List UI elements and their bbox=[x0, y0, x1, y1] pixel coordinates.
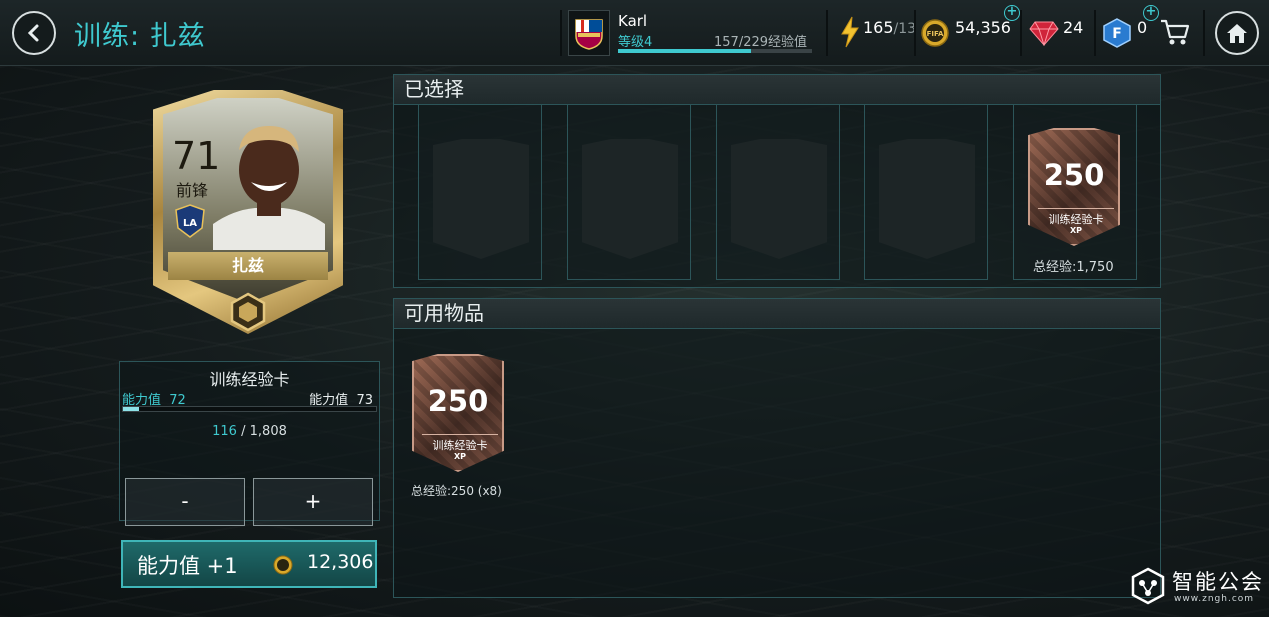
gem-balance: 24 bbox=[1063, 18, 1084, 37]
watermark-logo-icon bbox=[1131, 567, 1165, 605]
divider bbox=[1203, 10, 1205, 56]
empty-slot-shape bbox=[879, 139, 975, 259]
training-progress-sep: / bbox=[241, 424, 246, 439]
player-position: 前锋 bbox=[176, 181, 209, 200]
upgrade-label: 能力值 +1 bbox=[137, 554, 238, 578]
club-badge-icon: LA bbox=[175, 204, 205, 238]
available-total-xp: 总经验:250 (x8) bbox=[411, 484, 502, 498]
coin-balance: 54,356 bbox=[955, 18, 1011, 37]
empty-slot-2[interactable] bbox=[567, 104, 691, 280]
selected-total-xp: 总经验:1,750 bbox=[1033, 260, 1114, 275]
available-xp-card[interactable]: 250 训练经验卡 XP bbox=[412, 354, 504, 472]
fifa-points-balance: 0 bbox=[1137, 18, 1148, 37]
xp-card-value: 250 bbox=[427, 384, 489, 418]
training-progress-box: 训练经验卡 能力值 72 能力值 73 116 / 1,808 - + bbox=[119, 361, 380, 526]
xp-card-name: 训练经验卡 bbox=[422, 434, 498, 453]
energy-max: /13 bbox=[893, 21, 917, 37]
club-badge-text: LA bbox=[183, 218, 197, 229]
fifa-points-icon: F bbox=[1103, 18, 1131, 48]
divider bbox=[560, 10, 562, 56]
watermark-text: 智能公会 bbox=[1172, 570, 1264, 594]
upgrade-button[interactable]: 能力值 +1 12,306 bbox=[121, 540, 377, 588]
coin-icon: FIFA bbox=[921, 19, 949, 47]
empty-slot-shape bbox=[582, 139, 678, 259]
training-progress-bar bbox=[122, 406, 377, 412]
user-profile[interactable]: Karl 等级4 157/229经验值 bbox=[566, 8, 818, 58]
empty-slot-1[interactable] bbox=[418, 104, 542, 280]
back-button[interactable] bbox=[12, 11, 56, 55]
empty-slot-3[interactable] bbox=[716, 104, 840, 280]
coin-icon bbox=[273, 555, 293, 575]
training-progress-current: 116 bbox=[212, 424, 237, 439]
top-bar: 训练: 扎兹 Karl 等级4 157/229经验值 165/13 FIFA 5… bbox=[0, 0, 1269, 66]
buy-coins-button[interactable]: + bbox=[1004, 5, 1020, 21]
user-level: 等级4 bbox=[618, 35, 653, 50]
divider bbox=[1020, 10, 1022, 56]
empty-slot-shape bbox=[731, 139, 827, 259]
chevron-left-icon bbox=[27, 24, 39, 42]
level-progress-bar bbox=[618, 49, 812, 53]
gold-rarity-icon bbox=[230, 292, 266, 332]
buy-points-button[interactable]: + bbox=[1143, 5, 1159, 21]
decrease-button[interactable]: - bbox=[125, 478, 245, 526]
selected-panel-title: 已选择 bbox=[394, 75, 1160, 105]
xp-card-value: 250 bbox=[1043, 158, 1105, 192]
player-name: 扎兹 bbox=[168, 252, 328, 280]
training-progress-fill bbox=[123, 407, 140, 411]
page-title: 训练: 扎兹 bbox=[74, 21, 206, 52]
training-progress-max: 1,808 bbox=[249, 424, 287, 439]
player-rating: 71 bbox=[172, 134, 221, 178]
training-title: 训练经验卡 bbox=[209, 370, 290, 389]
available-panel: 可用物品 bbox=[393, 298, 1161, 598]
divider bbox=[1094, 10, 1096, 56]
watermark-url: www.zngh.com bbox=[1174, 594, 1255, 604]
upgrade-cost: 12,306 bbox=[307, 551, 374, 573]
xp-card-name: 训练经验卡 bbox=[1038, 208, 1114, 227]
svg-text:FIFA: FIFA bbox=[927, 30, 944, 38]
player-photo bbox=[213, 126, 325, 250]
increase-button[interactable]: + bbox=[253, 478, 373, 526]
energy-value: 165 bbox=[863, 18, 894, 37]
available-panel-title: 可用物品 bbox=[394, 299, 1160, 329]
selected-xp-card[interactable]: 250 训练经验卡 XP bbox=[1028, 128, 1120, 246]
level-progress-fill bbox=[618, 49, 752, 53]
divider bbox=[826, 10, 828, 56]
training-progress-text: 116 / 1,808 bbox=[120, 424, 379, 439]
empty-slot-4[interactable] bbox=[864, 104, 988, 280]
cart-icon[interactable] bbox=[1160, 18, 1190, 46]
energy-icon bbox=[841, 16, 859, 48]
club-crest-icon bbox=[568, 10, 610, 56]
divider bbox=[914, 10, 916, 56]
gem-icon bbox=[1029, 21, 1059, 46]
xp-card-tag: XP bbox=[1069, 226, 1083, 235]
energy-counter: 165/13 bbox=[863, 18, 916, 37]
home-icon bbox=[1227, 24, 1247, 43]
watermark: 智能公会 www.zngh.com bbox=[1128, 566, 1264, 610]
xp-card-tag: XP bbox=[453, 452, 467, 461]
home-button[interactable] bbox=[1215, 11, 1259, 55]
svg-text:F: F bbox=[1112, 26, 1122, 42]
empty-slot-shape bbox=[433, 139, 529, 259]
user-xp: 157/229经验值 bbox=[714, 35, 808, 50]
username: Karl bbox=[618, 12, 648, 30]
